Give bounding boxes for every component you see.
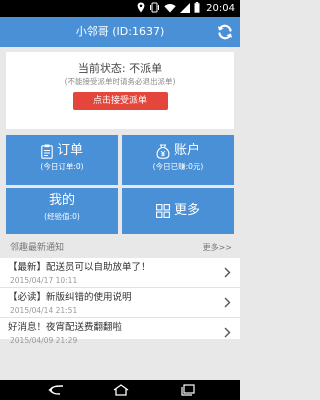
mine-label: 我的 [48,193,75,208]
wifi-icon [164,3,176,13]
back-icon[interactable] [47,384,65,396]
status-bar: 20:04 [0,0,240,17]
notice-date: 2015/04/17 10:11 [10,276,78,285]
orders-tile[interactable]: 订单 (今日订单:0) [6,135,118,185]
signal-icon [180,2,190,13]
accept-dispatch-button[interactable]: 点击接受派单 [72,92,168,110]
notice-date: 2015/04/14 21:51 [10,306,78,315]
money-bag-icon [156,144,170,159]
notices-header: 邻趣最新通知 更多>> [0,238,240,258]
notice-title: 【必读】新版纠错的使用说明 [8,292,132,303]
mine-experience: (经验值:0) [44,212,80,221]
notice-item[interactable]: 好消息！夜宵配送费翻翻啦 2015/04/09 21:29 [0,318,240,345]
notice-item[interactable]: 【必读】新版纠错的使用说明 2015/04/14 21:51 [0,288,240,318]
account-label: 账户 [173,143,200,158]
grid-icon [156,204,170,218]
notice-date: 2015/04/09 21:29 [10,336,78,345]
notices-more-link[interactable]: 更多>> [203,242,232,254]
orders-today-count: (今日订单:0) [40,162,84,171]
account-today-earned: (今日已赚:0元) [152,162,204,171]
more-label: 更多 [173,203,200,218]
chevron-right-icon [224,327,231,338]
system-nav-bar [0,380,240,400]
vibrate-icon [150,2,159,13]
orders-label: 订单 [56,143,83,158]
dispatch-state-text: 当前状态: 不派单 [77,62,163,75]
dispatch-hint-text: (不能接受派单时请务必退出派单) [64,77,176,86]
location-icon [137,2,145,13]
battery-icon [194,2,200,13]
notices-title: 邻趣最新通知 [10,243,65,253]
chevron-right-icon [224,267,231,278]
recent-apps-icon[interactable] [180,384,196,396]
app-bar: 小邻哥 (ID:1637) [0,17,240,47]
more-tile[interactable]: 更多 [122,188,234,234]
status-icons [137,2,200,13]
notice-title: 【最新】配送员可以自助放单了！ [8,262,151,273]
page-title: 小邻哥 (ID:1637) [75,25,165,38]
status-time: 20:04 [206,3,235,14]
refresh-icon[interactable] [216,23,234,41]
account-tile[interactable]: 账户 (今日已赚:0元) [122,135,234,185]
mine-tile[interactable]: 我的 (经验值:0) [6,188,118,234]
clipboard-icon [41,144,53,159]
dispatch-status-card: 当前状态: 不派单 (不能接受派单时请务必退出派单) 点击接受派单 [6,52,234,129]
chevron-right-icon [224,297,231,308]
notice-item[interactable]: 【最新】配送员可以自助放单了！ 2015/04/17 10:11 [0,258,240,288]
notices-list: 【最新】配送员可以自助放单了！ 2015/04/17 10:11 【必读】新版纠… [0,258,240,345]
home-icon[interactable] [112,384,130,396]
notice-title: 好消息！夜宵配送费翻翻啦 [8,322,123,333]
